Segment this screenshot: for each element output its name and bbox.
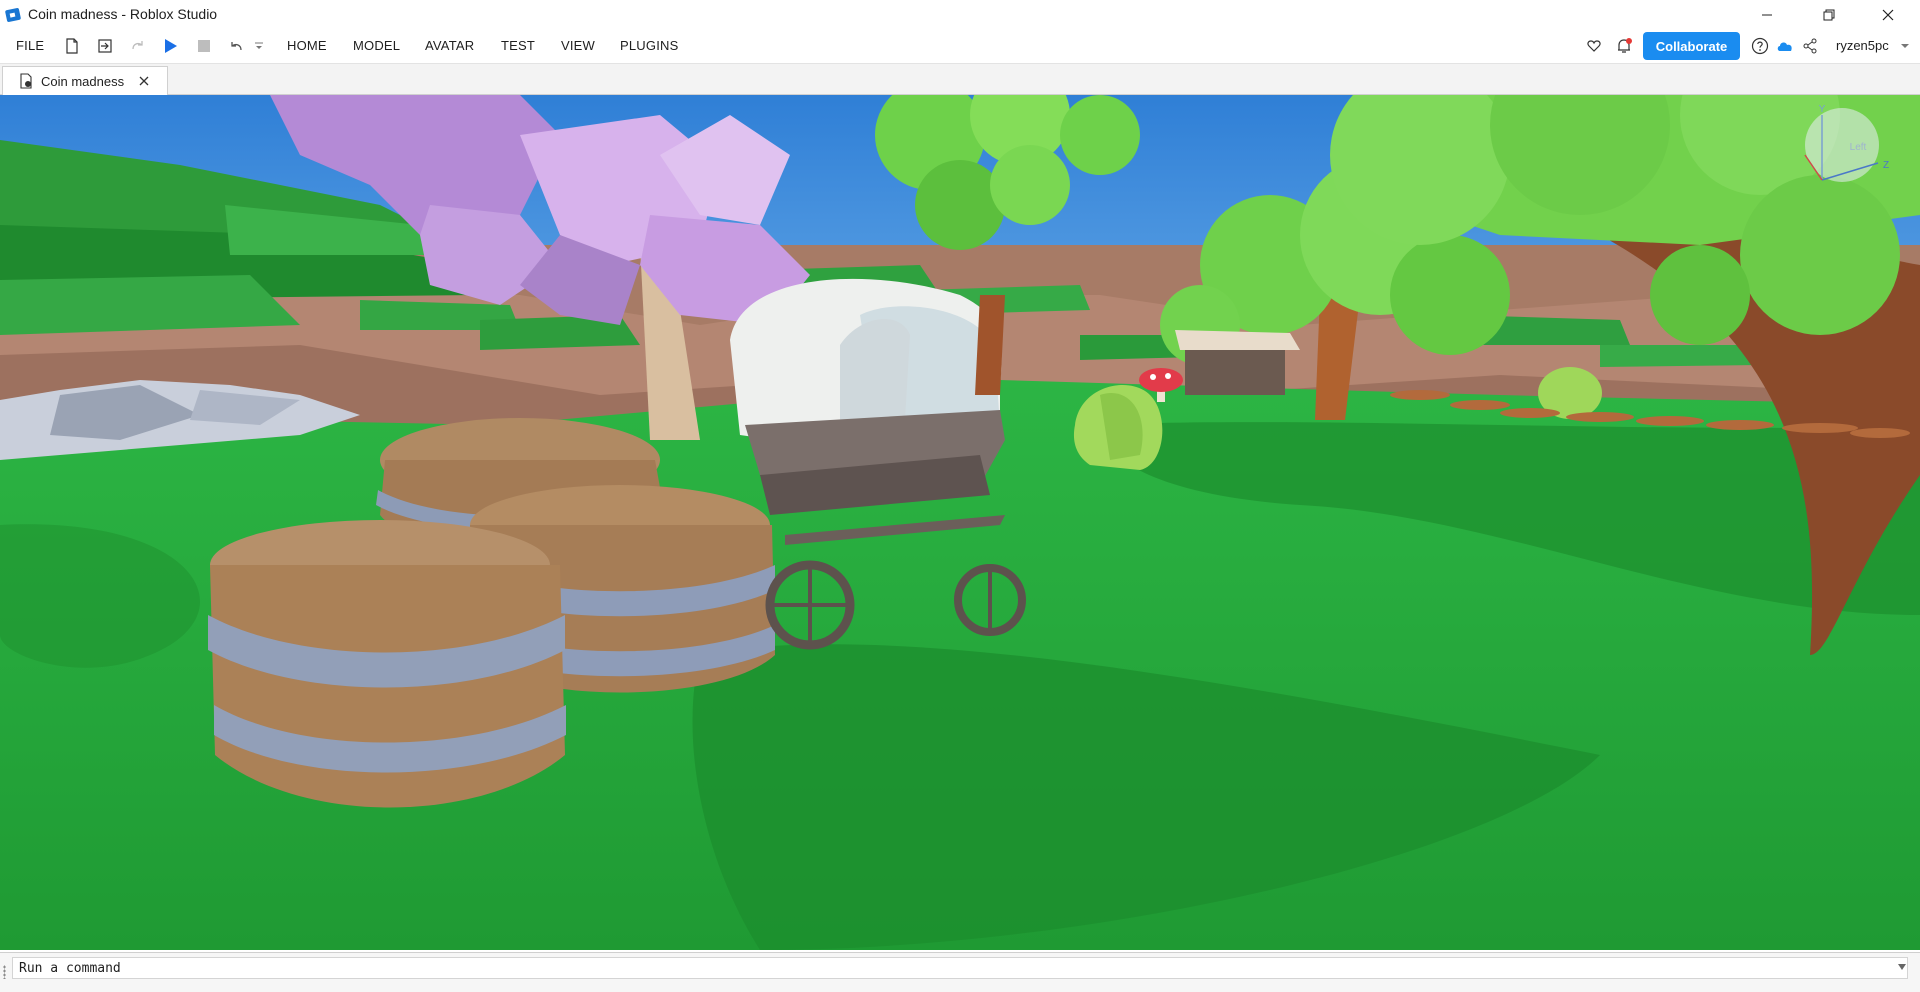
collaborate-button[interactable]: Collaborate: [1643, 32, 1740, 60]
help-icon[interactable]: [1750, 36, 1770, 56]
command-bar: [0, 952, 1920, 992]
menu-home[interactable]: HOME: [287, 38, 327, 53]
command-history-dropdown-icon[interactable]: [1896, 961, 1908, 973]
heart-icon[interactable]: [1584, 36, 1604, 56]
menu-avatar[interactable]: AVATAR: [425, 38, 474, 53]
view-cube-face-label: Left: [1850, 142, 1867, 153]
account-dropdown-icon[interactable]: [1898, 36, 1912, 56]
play-icon[interactable]: [160, 36, 180, 56]
more-dropdown-icon[interactable]: [252, 36, 266, 56]
cloud-icon[interactable]: [1775, 36, 1795, 56]
menu-plugins[interactable]: PLUGINS: [620, 38, 678, 53]
menu-view[interactable]: VIEW: [561, 38, 595, 53]
minimize-button[interactable]: [1744, 0, 1790, 30]
market-stall: [1175, 330, 1300, 395]
close-window-button[interactable]: [1865, 0, 1911, 30]
command-input[interactable]: [12, 957, 1908, 979]
username-label[interactable]: ryzen5pc: [1836, 38, 1889, 53]
notification-bell-icon[interactable]: [1614, 36, 1634, 56]
close-tab-icon[interactable]: [135, 72, 153, 90]
undo-icon[interactable]: [226, 36, 246, 56]
place-file-icon: [18, 73, 34, 89]
tab-label: Coin madness: [41, 74, 125, 89]
title-bar: Coin madness - Roblox Studio: [0, 0, 1920, 30]
drag-handle-icon[interactable]: [3, 965, 6, 979]
restore-button[interactable]: [1806, 0, 1852, 30]
menu-model[interactable]: MODEL: [353, 38, 400, 53]
view-cube-y-label: Y: [1819, 104, 1826, 115]
document-tab-strip: Coin madness: [0, 64, 1920, 95]
tab-coin-madness[interactable]: Coin madness: [2, 66, 168, 95]
roblox-studio-logo-icon: [5, 7, 21, 23]
3d-viewport[interactable]: Y Z Left: [0, 95, 1920, 950]
menu-file[interactable]: FILE: [16, 38, 44, 53]
new-file-icon[interactable]: [62, 36, 82, 56]
menu-test[interactable]: TEST: [501, 38, 535, 53]
view-cube-z-label: Z: [1883, 160, 1889, 171]
redo-icon[interactable]: [128, 36, 148, 56]
import-icon[interactable]: [95, 36, 115, 56]
window-title: Coin madness - Roblox Studio: [28, 6, 218, 22]
menu-bar: FILE HOME MODEL AVATAR TEST VIEW PLUGINS…: [0, 30, 1920, 64]
share-icon[interactable]: [1800, 36, 1820, 56]
stop-icon[interactable]: [194, 36, 214, 56]
